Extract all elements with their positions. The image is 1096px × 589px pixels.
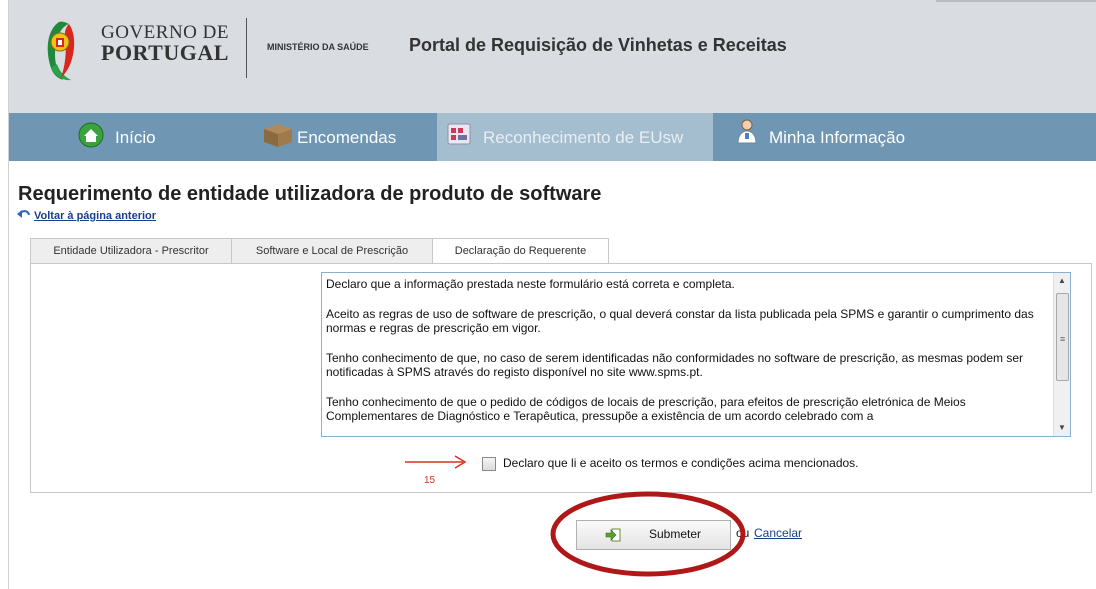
nav-item-encomendas[interactable]: Encomendas <box>249 113 437 161</box>
annotation-arrow-icon <box>405 455 467 469</box>
tab-entidade-utilizadora[interactable]: Entidade Utilizadora - Prescritor <box>30 238 232 263</box>
or-text: ou <box>736 526 750 540</box>
tab-software-local[interactable]: Software e Local de Prescrição <box>231 238 433 263</box>
portugal-emblem-icon <box>47 21 75 81</box>
user-icon <box>737 119 757 144</box>
tab-declaracao[interactable]: Declaração do Requerente <box>432 238 609 264</box>
submit-label: Submeter <box>649 527 702 541</box>
submit-button[interactable]: Submeter <box>576 520 731 550</box>
portal-title: Portal de Requisição de Vinhetas e Recei… <box>409 35 787 55</box>
cancel-link[interactable]: Cancelar <box>754 526 802 540</box>
accept-terms-label: Declaro que li e aceito os termos e cond… <box>503 456 859 470</box>
nav-label-reconhecimento: Reconhecimento de EUsw <box>483 128 684 147</box>
declaration-text: Declaro que a informação prestada neste … <box>326 277 1044 436</box>
declaration-paragraph: Tenho conhecimento de que, no caso de se… <box>326 351 1024 379</box>
page-title: Requerimento de entidade utilizadora de … <box>18 183 602 205</box>
gov-logo-line2: PORTUGAL <box>101 40 229 65</box>
box-icon <box>264 124 292 147</box>
back-link-label: Voltar à página anterior <box>34 210 157 222</box>
nav-item-reconhecimento[interactable]: Reconhecimento de EUsw <box>437 113 713 161</box>
software-icon <box>447 123 471 145</box>
declaration-paragraph: Declaro que a informação prestada neste … <box>326 277 735 291</box>
nav-label-minha-informacao: Minha Informação <box>769 128 906 147</box>
site-header: GOVERNO DE PORTUGAL MINISTÉRIO DA SAÚDE … <box>9 0 1096 113</box>
accept-terms-checkbox[interactable] <box>482 457 496 471</box>
submit-arrow-icon <box>605 528 621 542</box>
annotation-number: 15 <box>424 475 436 486</box>
header-divider <box>246 18 247 78</box>
scroll-up-icon[interactable]: ▲ <box>1054 273 1070 289</box>
declaration-paragraph: Tenho conhecimento de que o pedido de có… <box>326 395 966 423</box>
nav-item-inicio[interactable]: Início <box>9 113 249 161</box>
textbox-scrollbar[interactable]: ▲ ≡ ▼ <box>1053 273 1070 436</box>
declaration-paragraph: Aceito as regras de uso de software de p… <box>326 307 1034 335</box>
nav-item-minha-informacao[interactable]: Minha Informação <box>713 113 953 161</box>
back-link[interactable]: Voltar à página anterior <box>17 210 157 222</box>
left-edge <box>0 0 9 589</box>
declaration-textbox[interactable]: Declaro que a informação prestada neste … <box>321 272 1071 437</box>
ministry-name: MINISTÉRIO DA SAÚDE <box>267 42 369 52</box>
scroll-down-icon[interactable]: ▼ <box>1054 420 1070 436</box>
nav-label-encomendas: Encomendas <box>297 128 397 147</box>
home-icon <box>78 122 104 148</box>
back-arrow-icon <box>17 210 30 218</box>
scroll-thumb[interactable]: ≡ <box>1056 293 1069 381</box>
main-nav: Início Encomendas Reconhecimento de EUsw… <box>9 113 1096 161</box>
nav-label-inicio: Início <box>115 128 156 147</box>
thumb-grip-icon: ≡ <box>1060 334 1066 344</box>
header-topline <box>936 0 1096 2</box>
